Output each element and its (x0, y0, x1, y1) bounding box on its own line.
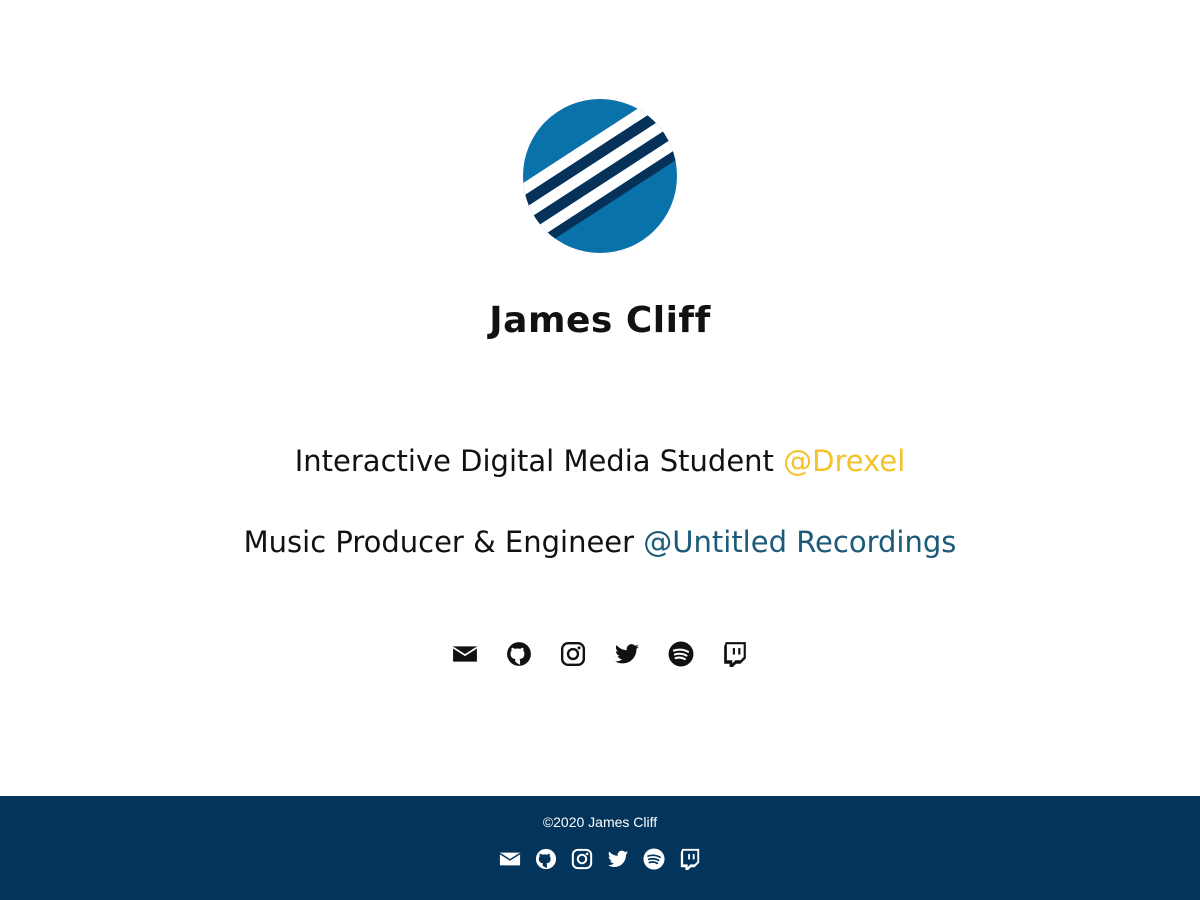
github-icon[interactable] (535, 848, 557, 870)
page: James Cliff Interactive Digital Media St… (0, 0, 1200, 900)
instagram-icon[interactable] (559, 640, 587, 668)
instagram-icon[interactable] (571, 848, 593, 870)
twitter-icon[interactable] (607, 848, 629, 870)
footer-social-links (0, 848, 1200, 870)
footer: ©2020 James Cliff (0, 796, 1200, 900)
social-links (0, 640, 1200, 668)
twitch-icon[interactable] (679, 848, 701, 870)
tagline-drexel: Interactive Digital Media Student @Drexe… (0, 444, 1200, 478)
envelope-icon[interactable] (451, 640, 479, 668)
tagline-text: Interactive Digital Media Student (294, 444, 784, 478)
profile-name: James Cliff (489, 300, 711, 341)
twitter-icon[interactable] (613, 640, 641, 668)
github-icon[interactable] (505, 640, 533, 668)
envelope-icon[interactable] (499, 848, 521, 870)
logo-icon (523, 99, 677, 253)
drexel-link[interactable]: @Drexel (783, 444, 905, 478)
untitled-recordings-link[interactable]: @Untitled Recordings (643, 525, 956, 559)
twitch-icon[interactable] (721, 640, 749, 668)
spotify-icon[interactable] (667, 640, 695, 668)
tagline-text: Music Producer & Engineer (243, 525, 644, 559)
copyright-text: ©2020 James Cliff (542, 814, 658, 830)
spotify-icon[interactable] (643, 848, 665, 870)
tagline-untitled: Music Producer & Engineer @Untitled Reco… (0, 525, 1200, 559)
